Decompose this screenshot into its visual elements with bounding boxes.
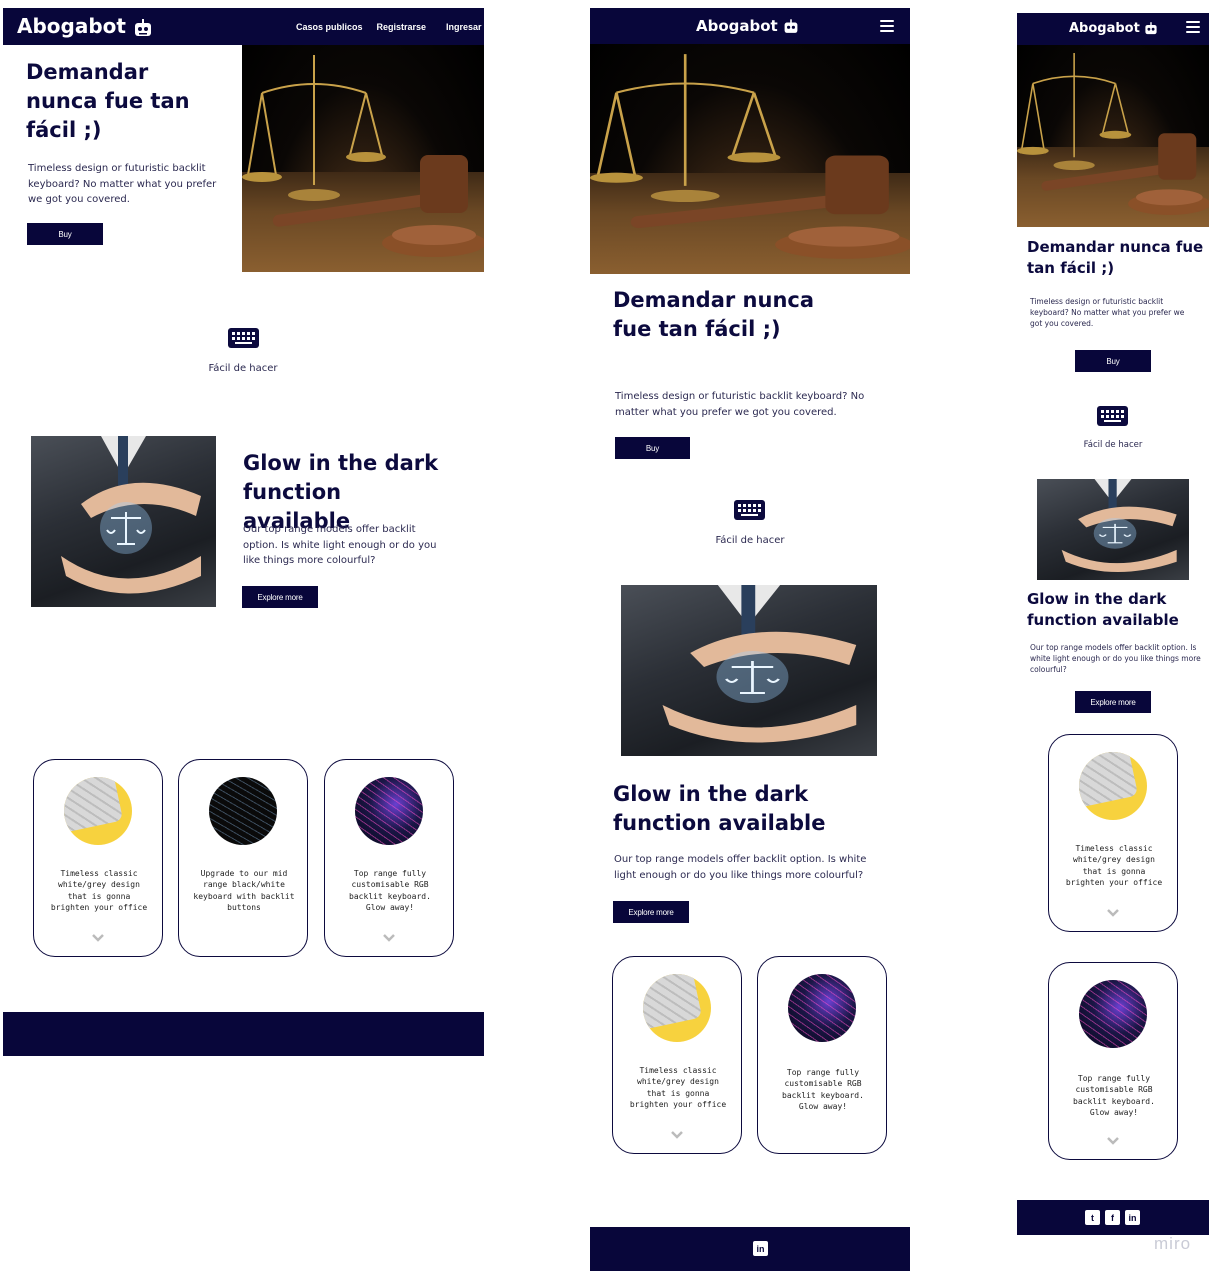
glow-hands-image [31, 436, 216, 607]
hamburger-menu-icon[interactable] [880, 20, 894, 32]
product-card-2[interactable]: Upgrade to our mid range black/white key… [178, 759, 308, 957]
card-image-white-keyboard [64, 777, 132, 845]
chevron-down-icon[interactable] [1107, 909, 1119, 917]
card-text: Top range fully customisable RGB backlit… [1073, 1074, 1155, 1118]
hero-scales-image [242, 45, 484, 272]
hero-description: Timeless design or futuristic backlit ke… [28, 163, 217, 205]
hero-description: Timeless design or futuristic backlit ke… [1030, 297, 1185, 328]
tablet-navbar: Abogabot [590, 8, 910, 44]
robot-icon [1145, 22, 1157, 35]
card-image-rgb-keyboard [1079, 980, 1147, 1048]
hero-scales-image [1017, 45, 1209, 227]
feature-label: Fácil de hacer [208, 363, 278, 374]
mobile-frame: Abogabot Demandar nunca fue tan fácil ;)… [1017, 13, 1209, 1236]
linkedin-icon[interactable]: in [753, 1241, 768, 1256]
glow-title: Glow in the dark function available [613, 782, 826, 835]
glow-description: Our top range models offer backlit optio… [243, 524, 437, 566]
brand-logo[interactable]: Abogabot [696, 17, 799, 35]
product-card-1[interactable]: Timeless classic white/grey design that … [1048, 734, 1178, 932]
card-text: Top range fully customisable RGB backlit… [782, 1068, 864, 1112]
brand-logo[interactable]: Abogabot [17, 14, 153, 38]
glow-explore-button[interactable]: Explore more [242, 586, 318, 608]
desktop-frame: Abogabot Casos publicos Registrarse Ingr… [3, 8, 484, 1058]
brand-name: Abogabot [696, 17, 778, 35]
feature-label: Fácil de hacer [715, 535, 785, 546]
hero-title: Demandar nunca fue tan fácil ;) [613, 288, 815, 341]
nav-link-casos[interactable]: Casos publicos [296, 22, 363, 32]
card-image-white-keyboard [643, 974, 711, 1042]
card-image-rgb-keyboard [355, 777, 423, 845]
keyboard-icon [228, 328, 259, 348]
hero-buy-button[interactable]: Buy [1075, 350, 1151, 372]
hero-scales-image [590, 44, 910, 274]
mobile-footer: t f in [1017, 1200, 1209, 1235]
card-image-black-keyboard [209, 777, 277, 845]
miro-watermark: miro [1154, 1234, 1192, 1253]
glow-explore-button[interactable]: Explore more [1075, 691, 1151, 713]
mobile-navbar: Abogabot [1017, 13, 1209, 45]
desktop-navbar: Abogabot Casos publicos Registrarse Ingr… [3, 8, 484, 45]
card-text: Timeless classic white/grey design that … [50, 869, 148, 913]
chevron-down-icon[interactable] [92, 934, 104, 942]
glow-title: Glow in the dark function available [1027, 590, 1179, 629]
desktop-footer [3, 1012, 484, 1056]
card-image-rgb-keyboard [788, 974, 856, 1042]
glow-description: Our top range models offer backlit optio… [1030, 643, 1201, 674]
desktop-nav-links: Casos publicos Registrarse Ingresar [296, 22, 482, 32]
glow-hands-image [1037, 479, 1189, 580]
nav-link-registrarse[interactable]: Registrarse [377, 22, 427, 32]
brand-logo[interactable]: Abogabot [1069, 21, 1158, 36]
social-icons: t f in [1085, 1210, 1140, 1225]
product-card-3[interactable]: Top range fully customisable RGB backlit… [324, 759, 454, 957]
tablet-frame: Abogabot Demandar nunca fue tan fácil ;)… [590, 8, 910, 1272]
facebook-icon[interactable]: f [1105, 1210, 1120, 1225]
hero-buy-button[interactable]: Buy [615, 437, 690, 459]
robot-icon [134, 18, 151, 36]
chevron-down-icon[interactable] [671, 1131, 683, 1139]
glow-explore-button[interactable]: Explore more [613, 901, 689, 923]
brand-name: Abogabot [1069, 21, 1140, 36]
nav-link-ingresar[interactable]: Ingresar [446, 22, 482, 32]
card-image-white-keyboard [1079, 752, 1147, 820]
card-text: Top range fully customisable RGB backlit… [349, 869, 431, 913]
product-card-1[interactable]: Timeless classic white/grey design that … [33, 759, 163, 957]
product-card-1[interactable]: Timeless classic white/grey design that … [612, 956, 742, 1154]
card-text: Timeless classic white/grey design that … [629, 1066, 727, 1110]
glow-hands-image [621, 585, 877, 756]
hero-buy-button[interactable]: Buy [27, 223, 103, 245]
glow-description: Our top range models offer backlit optio… [614, 854, 867, 881]
brand-name: Abogabot [17, 14, 126, 38]
product-card-3[interactable]: Top range fully customisable RGB backlit… [1048, 962, 1178, 1160]
keyboard-icon [1097, 406, 1128, 426]
hero-title: Demandar nunca fue tan fácil ;) [1027, 238, 1204, 277]
social-icons: in [753, 1241, 768, 1256]
hamburger-menu-icon[interactable] [1186, 21, 1200, 33]
feature-label: Fácil de hacer [1083, 440, 1143, 450]
tablet-footer: in [590, 1227, 910, 1271]
card-text: Upgrade to our mid range black/white key… [193, 869, 295, 913]
chevron-down-icon[interactable] [1107, 1137, 1119, 1145]
hero-description: Timeless design or futuristic backlit ke… [615, 391, 865, 418]
keyboard-icon [734, 500, 765, 520]
card-text: Timeless classic white/grey design that … [1065, 844, 1163, 888]
linkedin-icon[interactable]: in [1125, 1210, 1140, 1225]
chevron-down-icon[interactable] [383, 934, 395, 942]
twitter-icon[interactable]: t [1085, 1210, 1100, 1225]
hero-title: Demandar nunca fue tan fácil ;) [26, 60, 190, 142]
product-card-3[interactable]: Top range fully customisable RGB backlit… [757, 956, 887, 1154]
robot-icon [784, 19, 798, 33]
